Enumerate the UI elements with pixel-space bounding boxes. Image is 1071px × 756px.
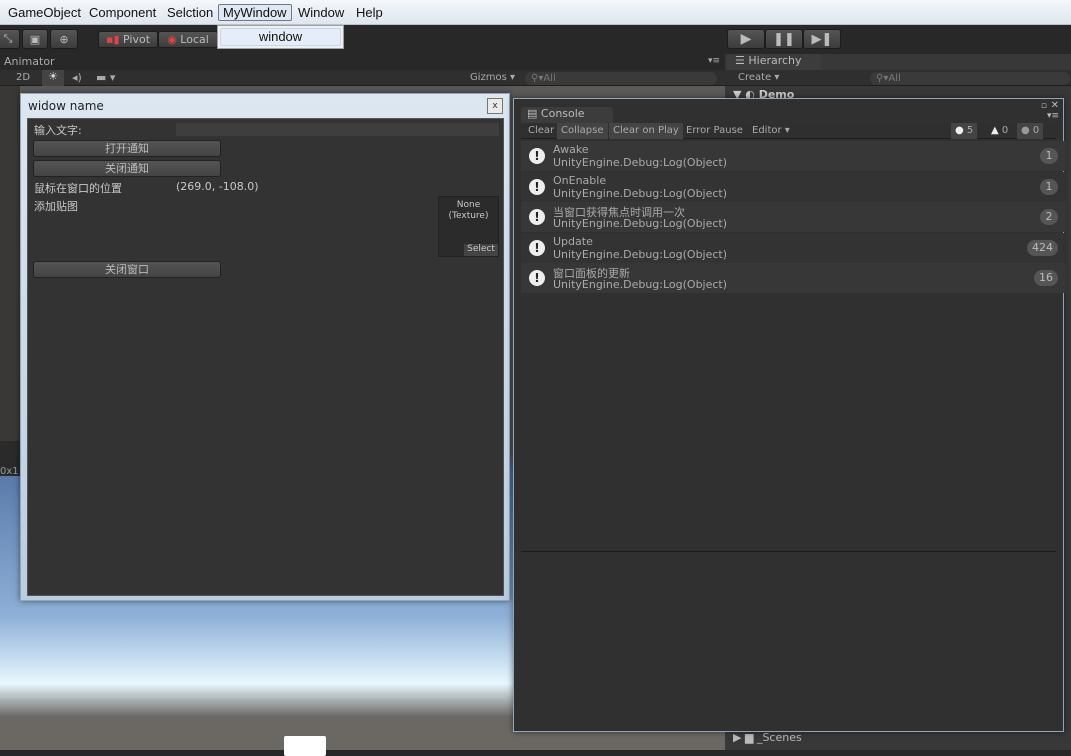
open-notification-button[interactable]: 打开通知 <box>33 140 221 157</box>
error-count-toggle[interactable]: ● 0 <box>1017 123 1044 139</box>
scene-search-input[interactable]: ⚲▾All <box>525 72 717 85</box>
log-count-toggle[interactable]: ● 5 <box>951 123 978 139</box>
clear-on-play-toggle[interactable]: Clear on Play <box>609 123 683 139</box>
close-window-button[interactable]: 关闭窗口 <box>33 261 221 278</box>
info-icon: ! <box>529 209 545 225</box>
console-entry[interactable]: ! OnEnable UnityEngine.Debug:Log(Object)… <box>521 171 1066 202</box>
clear-button[interactable]: Clear <box>524 123 558 139</box>
transform-tool-icon[interactable]: ⊕ <box>50 29 78 49</box>
rect-tool-icon[interactable]: ⤡ <box>0 29 20 49</box>
log-message: Update <box>553 234 593 248</box>
texture-label: 添加贴图 <box>34 200 78 213</box>
texture-select-button[interactable]: Select <box>464 244 498 256</box>
scene-object <box>284 736 326 756</box>
log-count-badge: 424 <box>1027 239 1058 256</box>
menu-component[interactable]: Component <box>89 5 156 20</box>
pivot-button[interactable]: ▪▮ Pivot <box>98 31 158 48</box>
resolution-label: 0x1 <box>0 466 19 477</box>
gizmos-dropdown[interactable]: Gizmos ▾ <box>470 72 515 83</box>
tab-animator[interactable]: Animator <box>4 55 55 68</box>
hierarchy-icon: ☰ <box>735 54 745 67</box>
scale-tool-icon[interactable]: ▣ <box>22 29 48 49</box>
console-entry[interactable]: ! 窗口面板的更新 UnityEngine.Debug:Log(Object) … <box>521 263 1066 293</box>
texture-field[interactable]: None (Texture) Select <box>438 196 499 257</box>
console-toolbar: Clear Collapse Clear on Play Error Pause… <box>521 123 1056 139</box>
menu-gameobject[interactable]: GameObject <box>8 5 81 20</box>
tab-hierarchy[interactable]: ☰ Hierarchy <box>727 54 821 71</box>
collapse-toggle[interactable]: Collapse <box>557 123 608 139</box>
menu-bar: GameObject Component Selction MyWindow W… <box>0 0 1071 25</box>
window-close-button[interactable]: x <box>487 98 503 114</box>
hierarchy-search-input[interactable]: ⚲▾All <box>870 72 1070 85</box>
log-trace: UnityEngine.Debug:Log(Object) <box>553 278 728 291</box>
scene-tabbar: Animator ▾≡ <box>0 54 725 70</box>
close-icon[interactable]: ✕ <box>1051 100 1059 111</box>
create-dropdown[interactable]: Create ▾ <box>738 72 779 83</box>
log-message: OnEnable <box>553 173 607 187</box>
console-window: ▫ ✕ ▾≡ ▤ Console Clear Collapse Clear on… <box>513 98 1066 732</box>
input-label: 输入文字: <box>34 124 82 137</box>
editor-dropdown[interactable]: Editor ▾ <box>748 123 794 139</box>
scene-toolbar: 2D ☀ ◂) ▬ ▾ Gizmos ▾ ⚲▾All <box>0 70 725 86</box>
mouse-position-value: (269.0, -108.0) <box>176 180 259 193</box>
panel-menu-icon[interactable]: ▾≡ <box>1047 111 1059 121</box>
info-icon: ! <box>529 270 545 286</box>
folder-scenes[interactable]: ▶ ▆ _Scenes <box>733 731 802 744</box>
lighting-icon[interactable]: ☀ <box>42 70 64 86</box>
log-trace: UnityEngine.Debug:Log(Object) <box>553 217 728 230</box>
menu-window[interactable]: Window <box>298 5 344 20</box>
log-count-badge: 2 <box>1040 209 1058 225</box>
menu-selction[interactable]: Selction <box>167 5 213 20</box>
console-icon: ▤ <box>527 107 538 120</box>
console-entry[interactable]: ! Awake UnityEngine.Debug:Log(Object) 1 <box>521 141 1066 171</box>
mouse-position-label: 鼠标在窗口的位置 <box>34 182 122 195</box>
log-count-badge: 1 <box>1040 178 1058 195</box>
log-trace: UnityEngine.Debug:Log(Object) <box>553 247 728 261</box>
panel-menu-icon[interactable]: ▾≡ <box>708 56 720 66</box>
error-pause-toggle[interactable]: Error Pause <box>682 123 747 139</box>
2d-toggle[interactable]: 2D <box>16 72 30 83</box>
hierarchy-toolbar: Create ▾ ⚲▾All <box>725 70 1071 86</box>
log-trace: UnityEngine.Debug:Log(Object) <box>553 186 728 200</box>
info-icon: ! <box>529 239 545 256</box>
window-title: widow name <box>28 99 104 113</box>
maximize-icon[interactable]: ▫ <box>1041 101 1047 111</box>
menu-help[interactable]: Help <box>356 5 383 20</box>
mywindow-dropdown: window <box>217 25 344 49</box>
menu-item-window[interactable]: window <box>220 28 341 46</box>
console-entry[interactable]: ! 当窗口获得焦点时调用一次 UnityEngine.Debug:Log(Obj… <box>521 202 1066 232</box>
menu-mywindow[interactable]: MyWindow <box>218 4 292 21</box>
local-button[interactable]: ◉ Local <box>158 31 218 48</box>
pivot-icon: ▪▮ <box>105 33 120 46</box>
warning-count-toggle[interactable]: ▲ 0 <box>987 123 1012 139</box>
info-icon: ● <box>955 125 964 136</box>
log-trace: UnityEngine.Debug:Log(Object) <box>553 156 728 169</box>
custom-editor-window: widow name x 输入文字: 打开通知 关闭通知 鼠标在窗口的位置 (2… <box>20 93 510 601</box>
warning-icon: ▲ <box>991 125 999 136</box>
pause-button[interactable]: ❚❚ <box>765 29 803 49</box>
close-notification-button[interactable]: 关闭通知 <box>33 160 221 177</box>
folder-icon: ▆ <box>744 731 754 744</box>
console-log-list: ! Awake UnityEngine.Debug:Log(Object) 1!… <box>521 141 1066 293</box>
console-divider[interactable] <box>521 551 1056 552</box>
audio-icon[interactable]: ◂) <box>72 71 82 84</box>
info-icon: ! <box>529 148 545 164</box>
console-entry[interactable]: ! Update UnityEngine.Debug:Log(Object) 4… <box>521 232 1066 263</box>
log-message: Awake <box>553 143 589 156</box>
local-icon: ◉ <box>167 33 177 46</box>
info-icon: ! <box>529 178 545 195</box>
play-button[interactable]: ▶ <box>727 29 765 49</box>
log-count-badge: 1 <box>1040 148 1058 164</box>
step-button[interactable]: ▶❚ <box>803 29 841 49</box>
text-input[interactable] <box>176 123 499 136</box>
error-icon: ● <box>1021 125 1030 136</box>
tab-console[interactable]: ▤ Console <box>521 107 613 123</box>
window-body: 输入文字: 打开通知 关闭通知 鼠标在窗口的位置 (269.0, -108.0)… <box>27 118 504 596</box>
log-count-badge: 16 <box>1034 270 1058 286</box>
effects-icon[interactable]: ▬ ▾ <box>96 71 115 84</box>
